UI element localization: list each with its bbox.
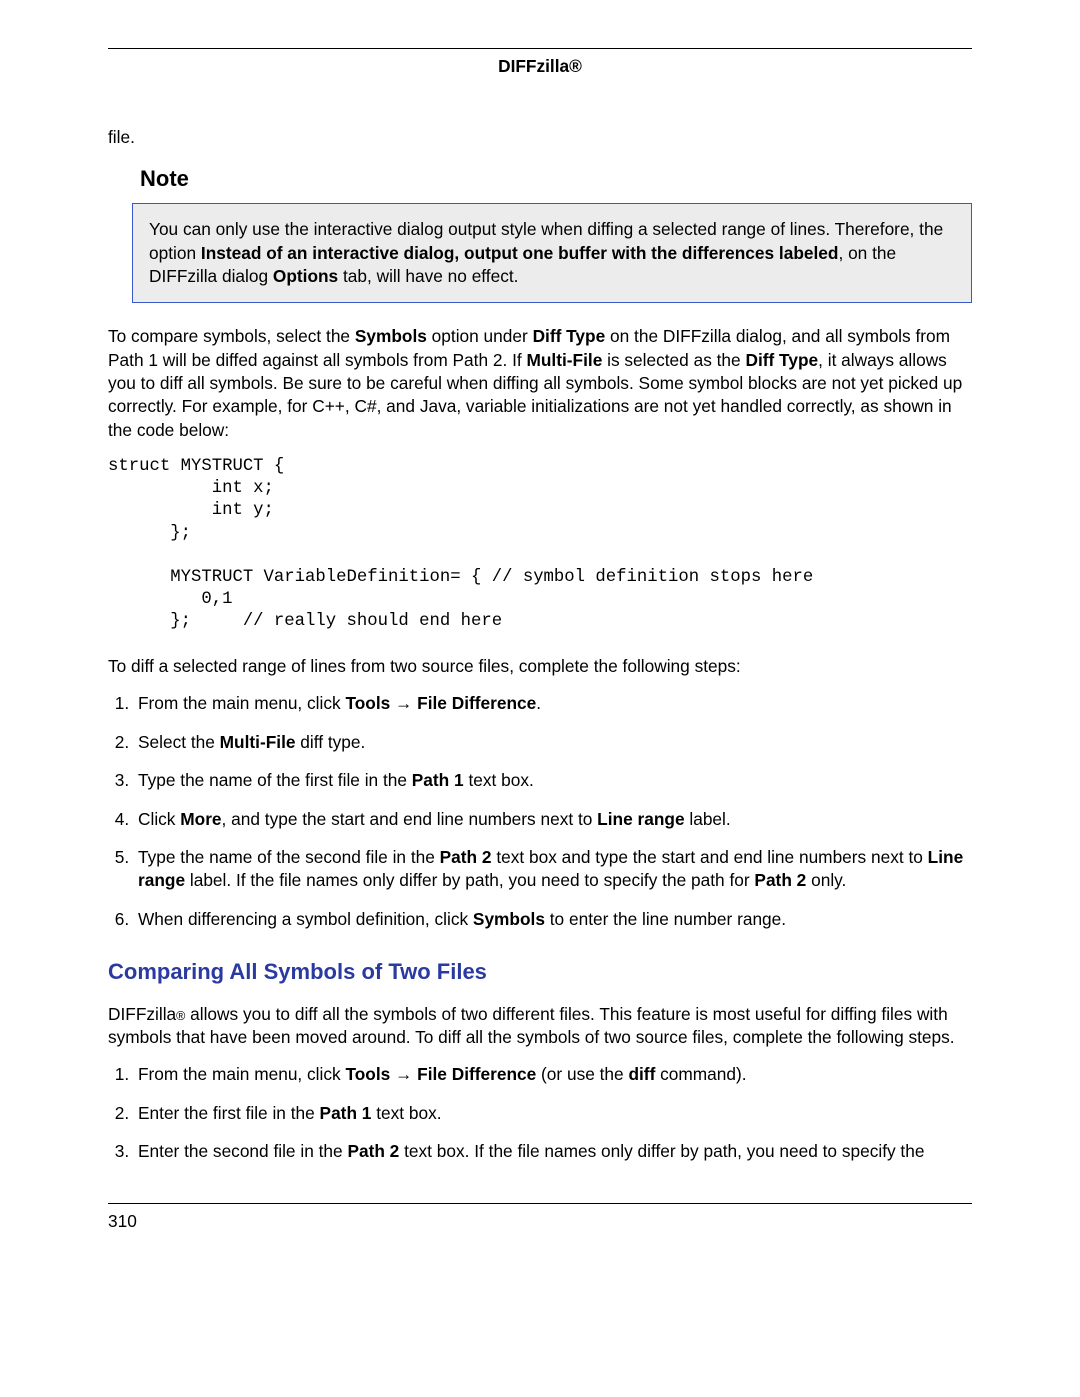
text: Type the name of the first file in the (138, 770, 412, 790)
bold: Symbols (473, 909, 545, 929)
text: From the main menu, click (138, 693, 345, 713)
text: label. (685, 809, 731, 829)
text: To compare symbols, select the (108, 326, 355, 346)
bold: Line range (597, 809, 684, 829)
compare-paragraph: To compare symbols, select the Symbols o… (108, 325, 972, 442)
text: Click (138, 809, 180, 829)
list-item: From the main menu, click Tools → File D… (134, 1063, 972, 1086)
text: text box. (371, 1103, 441, 1123)
text: Type the name of the second file in the (138, 847, 440, 867)
text: When differencing a symbol definition, c… (138, 909, 473, 929)
text: (or use the (536, 1064, 628, 1084)
list-item: Click More, and type the start and end l… (134, 808, 972, 831)
list-item: Type the name of the first file in the P… (134, 769, 972, 792)
list-item: Enter the first file in the Path 1 text … (134, 1102, 972, 1125)
section2-intro: DIFFzilla® allows you to diff all the sy… (108, 1003, 972, 1050)
bold: File Difference (417, 693, 536, 713)
text: DIFFzilla (108, 1004, 176, 1024)
text: allows you to diff all the symbols of tw… (108, 1004, 955, 1047)
diff-range-intro: To diff a selected range of lines from t… (108, 655, 972, 678)
arrow: → (390, 1064, 417, 1084)
list-item: Select the Multi-File diff type. (134, 731, 972, 754)
page-number: 310 (108, 1210, 972, 1233)
note-text-3: tab, will have no effect. (338, 266, 518, 286)
text: text box. (464, 770, 534, 790)
bold: Multi-File (220, 732, 296, 752)
text: only. (806, 870, 846, 890)
bold: Multi-File (526, 350, 602, 370)
bold: Diff Type (533, 326, 606, 346)
text: Select the (138, 732, 220, 752)
text: text box and type the start and end line… (492, 847, 928, 867)
text: to enter the line number range. (545, 909, 786, 929)
text: diff type. (296, 732, 366, 752)
list-item: Enter the second file in the Path 2 text… (134, 1140, 972, 1163)
bold: Tools (345, 1064, 390, 1084)
note-bold-2: Options (273, 266, 338, 286)
text: is selected as the (602, 350, 745, 370)
bold: Diff Type (745, 350, 818, 370)
text: command). (655, 1064, 746, 1084)
text: label. If the file names only differ by … (185, 870, 754, 890)
bold: Path 1 (412, 770, 464, 790)
text: . (536, 693, 541, 713)
text: text box. If the file names only differ … (399, 1141, 924, 1161)
intro-fragment: file. (108, 126, 972, 149)
note-bold-1: Instead of an interactive dialog, output… (201, 243, 839, 263)
list-item: When differencing a symbol definition, c… (134, 908, 972, 931)
steps-list-b: From the main menu, click Tools → File D… (108, 1063, 972, 1163)
arrow: → (390, 693, 417, 713)
bold: File Difference (417, 1064, 536, 1084)
bold: Path 2 (754, 870, 806, 890)
bold: More (180, 809, 221, 829)
list-item: Type the name of the second file in the … (134, 846, 972, 893)
bold: Symbols (355, 326, 427, 346)
text: From the main menu, click (138, 1064, 345, 1084)
list-item: From the main menu, click Tools → File D… (134, 692, 972, 715)
bold: Tools (345, 693, 390, 713)
bold: Path 2 (347, 1141, 399, 1161)
text: option under (427, 326, 533, 346)
bold: Path 1 (320, 1103, 372, 1123)
section-heading: Comparing All Symbols of Two Files (108, 957, 972, 987)
code-block: struct MYSTRUCT { int x; int y; }; MYSTR… (108, 456, 972, 633)
note-box: You can only use the interactive dialog … (132, 203, 972, 303)
text: Enter the second file in the (138, 1141, 347, 1161)
footer-rule (108, 1203, 972, 1204)
header-rule (108, 48, 972, 49)
registered-mark: ® (176, 1009, 185, 1023)
text: Enter the first file in the (138, 1103, 320, 1123)
note-label: Note (140, 164, 972, 194)
steps-list-a: From the main menu, click Tools → File D… (108, 692, 972, 930)
bold: diff (628, 1064, 655, 1084)
page-container: DIFFzilla® file. Note You can only use t… (0, 0, 1080, 1274)
header-title: DIFFzilla® (108, 55, 972, 78)
bold: Path 2 (440, 847, 492, 867)
text: , and type the start and end line number… (222, 809, 598, 829)
